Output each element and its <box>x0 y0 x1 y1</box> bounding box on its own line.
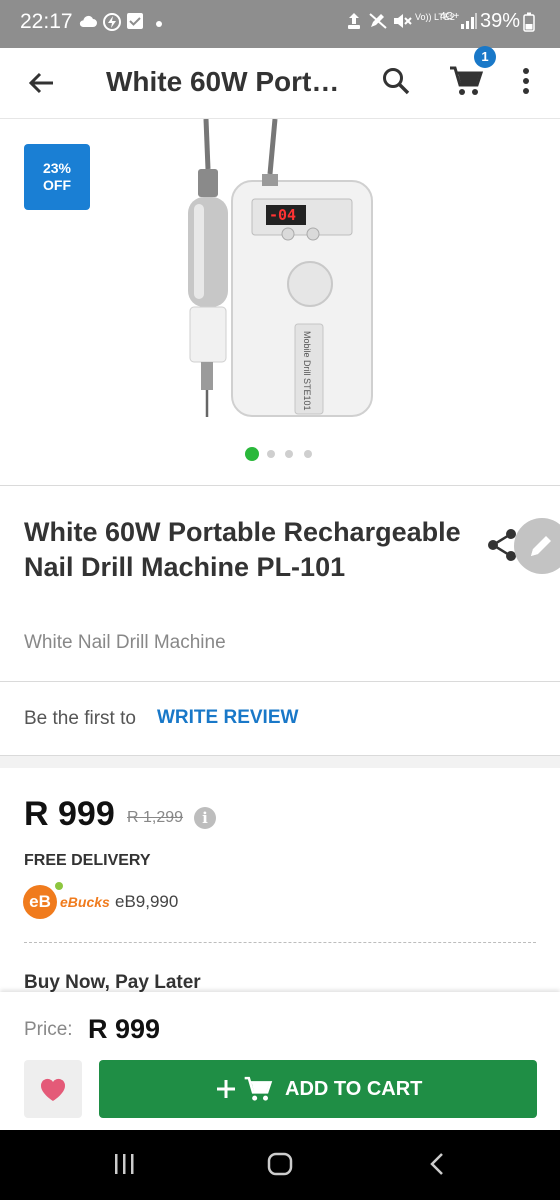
discount-off: OFF <box>43 177 71 193</box>
carousel-dot[interactable] <box>285 450 293 458</box>
notification-dot-icon <box>156 21 162 27</box>
product-image: -04 Mobile Drill STE101 <box>188 119 373 417</box>
heart-icon <box>40 1078 66 1101</box>
cart-icon <box>244 1076 273 1101</box>
review-prompt: Be the first to <box>24 708 136 729</box>
cart-count-badge: 1 <box>474 46 496 68</box>
bottom-purchase-bar: Price: R 999 ADD TO CART <box>0 992 560 1130</box>
data-saver-icon <box>103 13 121 31</box>
recent-apps-icon[interactable] <box>112 1152 136 1176</box>
ebucks-value: eB9,990 <box>115 892 179 911</box>
battery-percent: 39% <box>479 10 520 32</box>
plus-icon <box>217 1080 235 1098</box>
divider <box>0 681 560 682</box>
carousel-dot-active[interactable] <box>245 447 259 461</box>
network-type-label: 4G+ <box>440 11 460 22</box>
ebucks-logo-dot <box>55 882 63 890</box>
cart-icon[interactable] <box>448 64 484 98</box>
write-review-link[interactable]: WRITE REVIEW <box>157 707 298 729</box>
battery-icon <box>523 12 535 32</box>
status-time: 22:17 <box>20 10 73 33</box>
add-to-cart-label: ADD TO CART <box>285 1078 423 1100</box>
system-nav-bar <box>0 1130 560 1200</box>
status-bar: 22:17 Vo)) LTE2 4G+ 39% <box>0 0 560 48</box>
buy-now-pay-later[interactable]: Buy Now, Pay Later <box>24 972 201 994</box>
check-box-icon <box>127 13 143 29</box>
discount-percent: 23% <box>42 160 72 176</box>
wishlist-button[interactable] <box>24 1060 82 1118</box>
divider <box>0 485 560 486</box>
ebucks-brand: eBucks <box>60 894 110 910</box>
back-arrow-icon[interactable] <box>26 68 56 98</box>
app-bar: White 60W Port… 1 <box>0 46 560 119</box>
product-image-carousel[interactable]: -04 Mobile Drill STE101 23% OFF <box>0 119 560 485</box>
device-display-text: -04 <box>269 206 296 224</box>
recycle-icon <box>348 13 360 29</box>
price-label: Price: <box>24 1019 73 1040</box>
home-icon[interactable] <box>266 1151 294 1177</box>
pencil-icon <box>531 536 551 556</box>
back-icon[interactable] <box>428 1151 446 1177</box>
price: R 999 <box>24 795 115 833</box>
search-icon[interactable] <box>381 66 411 96</box>
product-title: White 60W Portable Rechargeable Nail Dri… <box>24 517 461 582</box>
cloud-icon <box>79 15 97 27</box>
page-title: White 60W Port… <box>106 66 340 97</box>
carousel-dot[interactable] <box>267 450 275 458</box>
edit-off-icon <box>369 13 387 29</box>
carousel-dot[interactable] <box>304 450 312 458</box>
more-vert-icon[interactable] <box>520 66 532 96</box>
discount-badge: 23% OFF <box>24 144 90 210</box>
mute-icon <box>394 14 412 28</box>
edit-fab[interactable] <box>514 518 560 574</box>
ebucks-logo: eB <box>23 885 57 919</box>
price-value: R 999 <box>88 1014 161 1044</box>
info-icon[interactable]: i <box>194 807 216 829</box>
old-price: R 1,299 <box>127 809 184 826</box>
add-to-cart-button[interactable]: ADD TO CART <box>99 1060 537 1118</box>
signal-icon <box>461 13 477 29</box>
free-delivery-label: FREE DELIVERY <box>24 852 151 869</box>
product-subtitle: White Nail Drill Machine <box>24 632 226 653</box>
dashed-divider <box>24 942 536 943</box>
device-label-text: Mobile Drill STE101 <box>302 331 312 411</box>
section-separator <box>0 755 560 768</box>
